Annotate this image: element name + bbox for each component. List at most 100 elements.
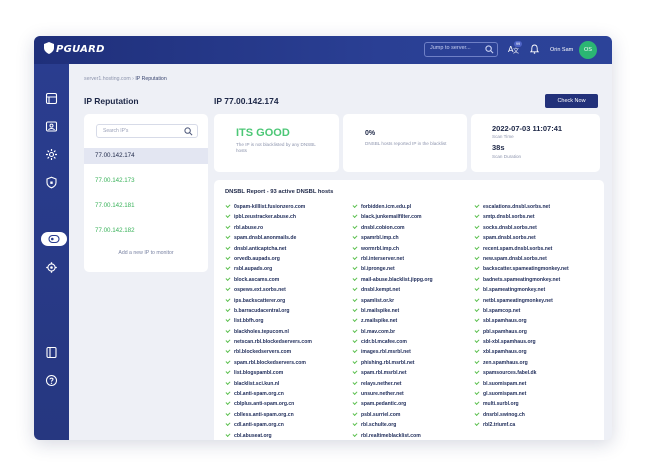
dnsbl-host-name: cdl.anti-spam.org.cn (234, 422, 284, 429)
dnsbl-host-item: sbl.spamhaus.org (474, 316, 599, 326)
dnsbl-host-item: spam.pedantic.org (352, 399, 477, 409)
report-column-2: forbidden.icm.edu.pl black.junkemailfilte… (352, 202, 477, 440)
dnsbl-host-name: list.blogspambl.com (234, 370, 284, 377)
dnsbl-host-name: ospews.ext.sorbs.net (234, 287, 286, 294)
ip-list-item[interactable]: 77.00.142.182 (84, 223, 208, 239)
check-icon (225, 275, 231, 281)
dnsbl-host-item: rbl2.triumf.ca (474, 420, 599, 430)
dnsbl-host-name: rsbl.aupads.org (234, 266, 273, 273)
server-icon[interactable] (45, 92, 58, 105)
dnsbl-host-item: multi.surbl.org (474, 399, 599, 409)
dnsbl-host-name: smtp.dnsbl.sorbs.net (483, 214, 535, 221)
dnsbl-host-item: spam.rbl.msrbl.net (352, 368, 477, 378)
scan-time: 2022-07-03 11:07:41 (492, 124, 563, 133)
dnsbl-host-name: netbl.spameatingmonkey.net (483, 297, 553, 304)
check-icon (225, 348, 231, 354)
dnsbl-host-name: spam.dnsbl.sorbs.net (483, 235, 536, 242)
dnsbl-host-item: bl.suomispam.net (474, 379, 599, 389)
check-icon (352, 358, 358, 364)
dnsbl-host-item: wormrbl.imp.ch (352, 244, 477, 254)
dnsbl-host-name: b.barracudacentral.org (234, 307, 290, 314)
check-icon (225, 254, 231, 260)
dnsbl-host-name: xbl.spamhaus.org (483, 349, 527, 356)
dnsbl-host-name: wormrbl.imp.ch (361, 245, 399, 252)
dnsbl-host-item: dnsbl.kempt.net (352, 285, 477, 295)
shield-icon[interactable] (45, 176, 58, 189)
check-icon (225, 338, 231, 344)
check-icon (225, 390, 231, 396)
dnsbl-host-name: blacklist.sci.kun.nl (234, 380, 280, 387)
check-icon (225, 234, 231, 240)
gear-icon[interactable] (45, 261, 58, 274)
dnsbl-host-name: spam.rbl.blockedservers.com (234, 359, 306, 366)
ip-list-item[interactable]: 77.00.142.181 (84, 198, 208, 214)
check-icon (225, 306, 231, 312)
bell-icon[interactable] (530, 44, 539, 54)
check-icon (352, 348, 358, 354)
dnsbl-host-name: bl.ipronge.net (361, 266, 395, 273)
dnsbl-host-name: multi.surbl.org (483, 401, 519, 408)
user-name[interactable]: Orin Sam (550, 47, 573, 53)
check-icon (474, 234, 480, 240)
scan-time-label: Scan Time (492, 134, 514, 139)
dnsbl-host-name: block.ascams.com (234, 276, 280, 283)
dnsbl-host-name: forbidden.icm.edu.pl (361, 204, 412, 210)
dnsbl-host-item: cdl.anti-spam.org.cn (225, 420, 350, 430)
search-icon[interactable] (485, 45, 494, 54)
dnsbl-host-item: xbl.spamhaus.org (474, 347, 599, 357)
check-now-button[interactable]: Check Now (545, 94, 598, 108)
check-icon (225, 431, 231, 437)
help-icon[interactable] (45, 374, 58, 387)
dnsbl-host-name: sbl.spamhaus.org (483, 318, 527, 325)
ip-search-placeholder: Search IP's (103, 128, 129, 134)
check-icon (474, 390, 480, 396)
search-icon[interactable] (184, 127, 193, 136)
check-icon (352, 306, 358, 312)
check-icon (474, 369, 480, 375)
server-search-input[interactable]: Jump to server... (424, 42, 498, 57)
sidebar (34, 64, 69, 440)
dnsbl-host-item: bl.ipronge.net (352, 264, 477, 274)
settings-gear-icon[interactable] (45, 148, 58, 161)
image-icon[interactable] (45, 120, 58, 133)
dnsbl-host-name: spam.rbl.msrbl.net (361, 370, 407, 377)
dnsbl-host-item: dnsbl.anticaptcha.net (225, 244, 350, 254)
check-icon (474, 348, 480, 354)
blacklist-percent-card: 0% DNSBL hosts reported IP in the blackl… (343, 114, 467, 172)
avatar[interactable]: OS (579, 41, 597, 59)
dnsbl-host-item: sbl-xbl.spamhaus.org (474, 337, 599, 347)
dnsbl-host-name: new.spam.dnsbl.sorbs.net (483, 255, 547, 262)
check-icon (352, 369, 358, 375)
add-ip-link[interactable]: Add a new IP to monitor (84, 250, 208, 256)
check-icon (352, 254, 358, 260)
dnsbl-host-item: spamsources.fabel.dk (474, 368, 599, 378)
dnsbl-host-name: rbl.blockedservers.com (234, 349, 292, 356)
dnsbl-host-item: black.junkemailfilter.com (352, 212, 477, 222)
dnsbl-host-name: dnsbl.cobion.com (361, 224, 405, 231)
svg-text:文: 文 (513, 47, 519, 54)
dnsbl-host-item: cblless.anti-spam.org.cn (225, 410, 350, 420)
dnsbl-host-name: z.mailspike.net (361, 318, 398, 325)
dnsbl-host-item: netscan.rbl.blockedservers.com (225, 337, 350, 347)
ip-list-item[interactable]: 77.00.142.174 (84, 148, 208, 164)
dnsbl-host-name: spam.pedantic.org (361, 401, 407, 408)
check-icon (225, 244, 231, 250)
check-icon (225, 379, 231, 385)
dnsbl-host-name: bl.mailspike.net (361, 307, 400, 314)
panel-icon[interactable] (45, 346, 58, 359)
breadcrumb-parent[interactable]: server1.hosting.com (84, 76, 131, 82)
logo[interactable]: PGUARD (44, 42, 105, 55)
ip-search-input[interactable]: Search IP's (96, 124, 198, 138)
report-column-1: 0spam-killlist.fusionzero.com ipbl.zeustr… (225, 202, 350, 440)
check-icon (352, 421, 358, 427)
dnsbl-host-name: ips.backscatterer.org (234, 297, 286, 304)
notification-badge: 99 (514, 41, 522, 47)
check-icon (474, 338, 480, 344)
dnsbl-host-item: bl.spamcop.net (474, 306, 599, 316)
ip-list-item[interactable]: 77.00.142.173 (84, 173, 208, 189)
blacklist-percent-label: DNSBL hosts reported IP in the blacklist (365, 141, 447, 146)
dnsbl-host-name: escalations.dnsbl.sorbs.net (483, 204, 551, 210)
dnsbl-host-item: spam.dnsbl.anonmails.de (225, 233, 350, 243)
sidebar-item-ip-reputation[interactable] (41, 232, 67, 246)
dnsbl-host-item: spam.rbl.blockedservers.com (225, 358, 350, 368)
